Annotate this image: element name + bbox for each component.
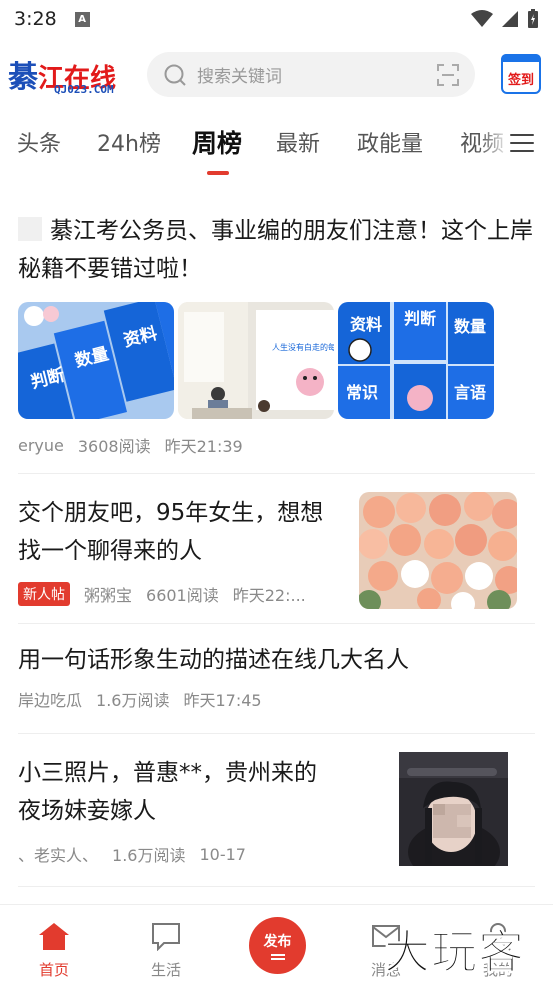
- status-time: 3:28: [14, 8, 57, 30]
- image-word: 资料: [350, 315, 382, 334]
- nav-life[interactable]: 生活: [136, 921, 196, 980]
- tab-headline[interactable]: 头条: [17, 126, 61, 158]
- publish-button[interactable]: 发布: [249, 917, 306, 974]
- tab-24h[interactable]: 24h榜: [97, 126, 161, 158]
- app-header: 綦江在线 QJ023.COM 搜索关键词 签到: [0, 44, 553, 104]
- article-title: 小三照片，普惠**，贵州来的夜场妹妾嫁人: [18, 760, 317, 824]
- menu-icon[interactable]: [510, 134, 534, 154]
- article-time: 10-17: [199, 844, 246, 864]
- watermark: 大玩客: [384, 925, 525, 980]
- home-icon: [39, 923, 69, 950]
- image-word: 言语: [454, 383, 486, 402]
- search-icon: [164, 64, 186, 86]
- tab-weekly[interactable]: 周榜: [192, 124, 242, 160]
- image-word: 常识: [346, 383, 378, 402]
- tab-latest[interactable]: 最新: [276, 126, 320, 158]
- logo-big-char: 綦: [8, 60, 38, 95]
- article-card[interactable]: 用一句话形象生动的描述在线几大名人 岸边吃瓜 1.6万阅读 昨天17:45: [18, 641, 535, 711]
- article-card[interactable]: 綦江考公务员、事业编的朋友们注意！这个上岸秘籍不要错过啦！ 判断 数量 资料 人…: [18, 212, 535, 457]
- article-meta: 岸边吃瓜 1.6万阅读 昨天17:45: [18, 687, 535, 711]
- article-title: 用一句话形象生动的描述在线几大名人: [18, 647, 409, 673]
- notification-icon: A: [74, 11, 90, 27]
- chat-bubble-icon: [152, 923, 180, 952]
- image-word: 判断: [404, 309, 436, 328]
- article-time: 昨天22:...: [232, 586, 306, 605]
- article-card[interactable]: 小三照片，普惠**，贵州来的夜场妹妾嫁人 、老实人、 1.6万阅读 10-17: [18, 752, 535, 866]
- battery-icon: [528, 9, 538, 28]
- article-meta: eryue 3608阅读 昨天21:39: [18, 433, 535, 457]
- image-word: 数量: [454, 317, 486, 336]
- article-thumbnail[interactable]: [359, 492, 517, 609]
- category-tabs: 头条 24h榜 周榜 最新 政能量 视频: [0, 112, 553, 176]
- signin-button[interactable]: 签到: [501, 54, 541, 94]
- search-placeholder: 搜索关键词: [197, 67, 282, 87]
- active-tab-indicator: [207, 171, 229, 175]
- scan-icon[interactable]: [437, 64, 459, 86]
- article-image-1[interactable]: 判断 数量 资料: [18, 302, 174, 419]
- article-title: 綦江考公务员、事业编的朋友们注意！这个上岸秘籍不要错过啦！: [18, 218, 533, 282]
- article-reads: 1.6万阅读: [112, 846, 186, 865]
- article-author[interactable]: 、老实人、: [18, 842, 98, 866]
- app-logo[interactable]: 綦江在线 QJ023.COM: [8, 52, 132, 100]
- article-image-3[interactable]: 资料 判断 数量 常识 言语: [338, 302, 494, 419]
- divider: [18, 886, 535, 887]
- article-thumbnail[interactable]: [399, 752, 508, 866]
- signal-icon: [502, 11, 518, 27]
- publish-label: 发布: [263, 934, 292, 950]
- article-images: 判断 数量 资料 人生没有白走的每一步都算数: [18, 302, 535, 419]
- article-title: 交个朋友吧，95年女生，想想找一个聊得来的人: [18, 500, 324, 564]
- divider: [18, 473, 535, 474]
- signin-label: 签到: [507, 73, 534, 88]
- nav-home[interactable]: 首页: [24, 921, 84, 980]
- wifi-icon: [471, 10, 493, 27]
- article-author[interactable]: 粥粥宝: [84, 582, 132, 606]
- new-user-badge: 新人帖: [18, 582, 70, 606]
- divider: [18, 733, 535, 734]
- logo-domain: QJ023.COM: [54, 83, 114, 96]
- article-reads: 1.6万阅读: [96, 691, 170, 710]
- article-author[interactable]: 岸边吃瓜: [18, 687, 82, 711]
- nav-home-label: 首页: [38, 961, 69, 979]
- article-time: 昨天21:39: [164, 437, 243, 456]
- divider: [18, 623, 535, 624]
- article-image-2[interactable]: 人生没有白走的每一步都算数: [178, 302, 334, 419]
- article-reads: 6601阅读: [146, 586, 219, 605]
- article-time: 昨天17:45: [183, 691, 262, 710]
- article-reads: 3608阅读: [77, 437, 151, 456]
- image-placeholder: [18, 217, 42, 241]
- image-caption: 人生没有白走的每一步都算数: [272, 342, 334, 352]
- status-icons: [471, 9, 539, 29]
- nav-life-label: 生活: [150, 961, 181, 979]
- tabs-fade: [480, 112, 510, 172]
- article-card[interactable]: 交个朋友吧，95年女生，想想找一个聊得来的人 新人帖 粥粥宝 6601阅读 昨天…: [18, 492, 535, 609]
- article-author[interactable]: eryue: [18, 436, 64, 455]
- tab-politics[interactable]: 政能量: [357, 126, 423, 158]
- search-input[interactable]: 搜索关键词: [147, 52, 475, 97]
- status-bar: 3:28 A: [0, 0, 553, 38]
